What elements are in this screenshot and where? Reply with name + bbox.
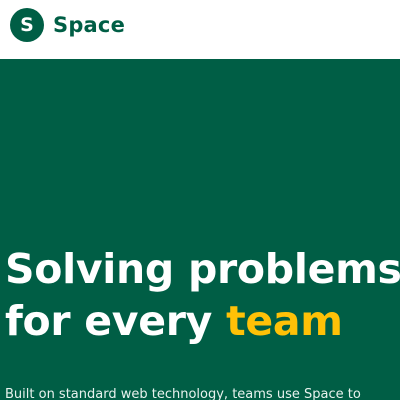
headline-line-2-prefix: for every xyxy=(5,297,227,345)
logo-icon: S xyxy=(10,8,44,42)
hero-section: Solving problems for every team Built on … xyxy=(0,59,400,400)
headline-line-1: Solving problems xyxy=(5,245,400,293)
hero-headline: Solving problems for every team xyxy=(5,243,400,347)
brand-name: Space xyxy=(53,12,126,37)
headline-highlight-word: team xyxy=(226,297,343,345)
hero-description: Built on standard web technology, teams … xyxy=(5,387,361,400)
site-header: S Space xyxy=(0,0,400,59)
brand-logo-link[interactable]: S Space xyxy=(10,7,125,43)
